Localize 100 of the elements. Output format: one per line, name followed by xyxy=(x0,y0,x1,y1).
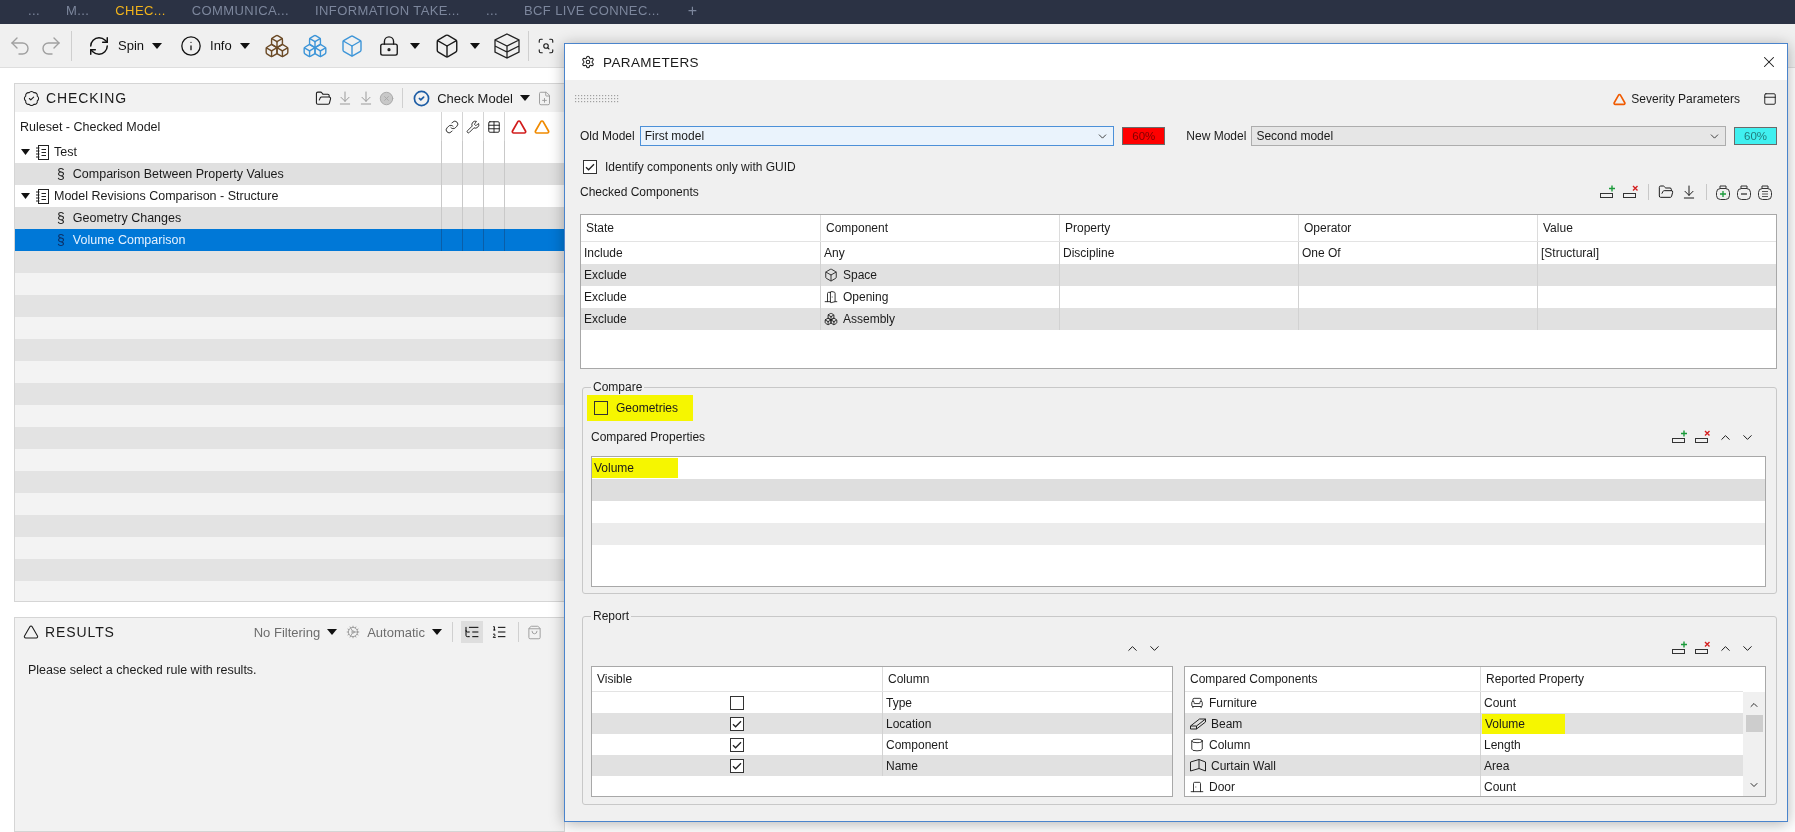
column-header: Reported Property xyxy=(1480,667,1743,691)
checkbox[interactable] xyxy=(730,758,744,773)
info-button[interactable]: Info xyxy=(176,29,254,62)
scrollbar-thumb[interactable] xyxy=(1745,715,1763,732)
download-icon[interactable] xyxy=(1681,184,1697,200)
triangle-icon[interactable] xyxy=(511,118,527,135)
cylinder-icon xyxy=(1190,737,1204,752)
table-cell: Exclude xyxy=(584,268,627,282)
table-row[interactable]: Exclude Assembly xyxy=(581,308,1776,330)
app-tab[interactable]: M... xyxy=(66,3,90,19)
app-tab[interactable]: BCF LIVE CONNEC... xyxy=(523,3,660,19)
filter-dropdown[interactable]: No Filtering xyxy=(251,621,340,643)
delete-row-icon[interactable] xyxy=(1695,641,1711,655)
tree-item[interactable]: Test xyxy=(15,141,564,163)
delete-row-icon[interactable] xyxy=(1695,430,1711,444)
checkbox[interactable] xyxy=(730,695,744,710)
add-row-icon[interactable] xyxy=(1672,641,1688,655)
table-cell: Count xyxy=(1484,695,1517,710)
column-header: Column xyxy=(882,667,1172,691)
caret-icon[interactable] xyxy=(327,629,338,635)
checkbox[interactable] xyxy=(730,737,744,752)
caret-icon[interactable] xyxy=(469,42,480,49)
column-header: Ruleset - Checked Model xyxy=(19,118,162,136)
table-row[interactable]: Name xyxy=(592,755,1172,776)
checkbox[interactable] xyxy=(730,716,744,731)
checkbox[interactable] xyxy=(594,401,608,415)
table-cell: Column xyxy=(1209,737,1251,752)
table-row[interactable]: Curtain Wall Area xyxy=(1185,755,1743,776)
table-cell: [Structural] xyxy=(1541,246,1600,260)
drag-handle-icon[interactable] xyxy=(575,95,619,103)
table-row[interactable]: Beam Volume xyxy=(1185,713,1743,734)
caret-icon[interactable] xyxy=(239,42,250,49)
badge-check-icon xyxy=(23,89,40,107)
folder-open-icon[interactable] xyxy=(1658,184,1674,200)
caret-icon[interactable] xyxy=(152,42,163,49)
jar-minus-icon[interactable] xyxy=(1737,184,1751,200)
app-tab[interactable]: ... xyxy=(28,3,41,19)
tree-item[interactable]: Model Revisions Comparison - Structure xyxy=(15,185,564,207)
dialog-title: PARAMETERS xyxy=(603,54,699,70)
table-icon[interactable] xyxy=(487,119,501,134)
scan-search-icon[interactable] xyxy=(536,36,555,55)
checkbox[interactable] xyxy=(583,160,597,174)
caret-icon[interactable] xyxy=(432,629,442,635)
cubes-icon[interactable] xyxy=(263,32,290,59)
section-sign: § xyxy=(57,210,65,226)
caret-icon[interactable] xyxy=(520,95,530,101)
table-cell: Exclude xyxy=(584,312,627,326)
table-cell: Space xyxy=(843,268,878,282)
section-title: Compared Properties xyxy=(591,430,706,444)
app-tab[interactable]: COMMUNICA... xyxy=(191,3,290,19)
add-tab-button[interactable]: + xyxy=(687,3,698,19)
model-dropdown[interactable]: Second model xyxy=(1251,126,1726,146)
table-row[interactable]: Exclude Space xyxy=(581,264,1776,286)
link-icon[interactable] xyxy=(445,119,459,134)
panel-title: CHECKING xyxy=(46,90,128,106)
checkbox-option[interactable]: Geometries xyxy=(587,395,694,421)
cube-frame-icon[interactable] xyxy=(493,32,520,59)
spin-button[interactable]: Spin xyxy=(84,29,167,62)
list-item[interactable]: Volume xyxy=(592,458,679,478)
lock-icon[interactable] xyxy=(377,34,400,57)
app-tab[interactable]: INFORMATION TAKE... xyxy=(315,3,460,19)
triangle-icon xyxy=(1613,92,1627,106)
wrench-icon[interactable] xyxy=(466,119,480,134)
checkbox-option[interactable]: Identify components only with GUID xyxy=(583,158,796,176)
jar-plus-icon[interactable] xyxy=(1716,184,1730,200)
caret-down-icon[interactable] xyxy=(21,149,30,155)
table-row[interactable]: Location xyxy=(592,713,1172,734)
check-model-button[interactable]: Check Model xyxy=(411,87,532,109)
percentage-badge: 60% xyxy=(1734,127,1777,145)
table-cell: Name xyxy=(886,758,918,773)
add-row-icon[interactable] xyxy=(1672,430,1688,444)
book-icon xyxy=(36,144,49,160)
caret-icon[interactable] xyxy=(409,42,420,49)
severity-parameters-button[interactable]: Severity Parameters xyxy=(1613,92,1740,106)
tree-item[interactable]: § Volume Comparison xyxy=(15,229,564,251)
folder-open-icon[interactable] xyxy=(315,89,333,107)
jar-lines-icon[interactable] xyxy=(1758,184,1772,200)
view-toggle-button[interactable] xyxy=(461,621,483,643)
column-header: Property xyxy=(1059,215,1298,241)
door-icon xyxy=(824,290,838,304)
model-dropdown[interactable]: First model xyxy=(639,126,1115,146)
table-cell: Assembly xyxy=(843,312,895,326)
table-cell: Opening xyxy=(843,290,889,304)
delete-row-icon[interactable] xyxy=(1623,185,1639,199)
status-message: Please select a checked rule with results. xyxy=(28,663,258,677)
column-header: Component xyxy=(820,215,1059,241)
add-row-icon[interactable] xyxy=(1600,185,1616,199)
table-cell: Any xyxy=(824,246,845,260)
list-tree-icon xyxy=(464,624,480,640)
table-cell: Volume xyxy=(1482,713,1566,734)
window-icon[interactable] xyxy=(1763,92,1777,106)
table-cell: One Of xyxy=(1302,246,1341,260)
section-title: Checked Components xyxy=(580,185,699,199)
rotate-icon xyxy=(88,34,110,57)
caret-down-icon[interactable] xyxy=(21,193,30,199)
app-tab[interactable]: ... xyxy=(485,3,498,19)
vertical-scrollbar[interactable] xyxy=(1743,692,1765,796)
app-tab[interactable]: CHEC... xyxy=(115,3,166,19)
column-header: Operator xyxy=(1298,215,1537,241)
mode-dropdown[interactable]: Automatic xyxy=(344,621,444,643)
